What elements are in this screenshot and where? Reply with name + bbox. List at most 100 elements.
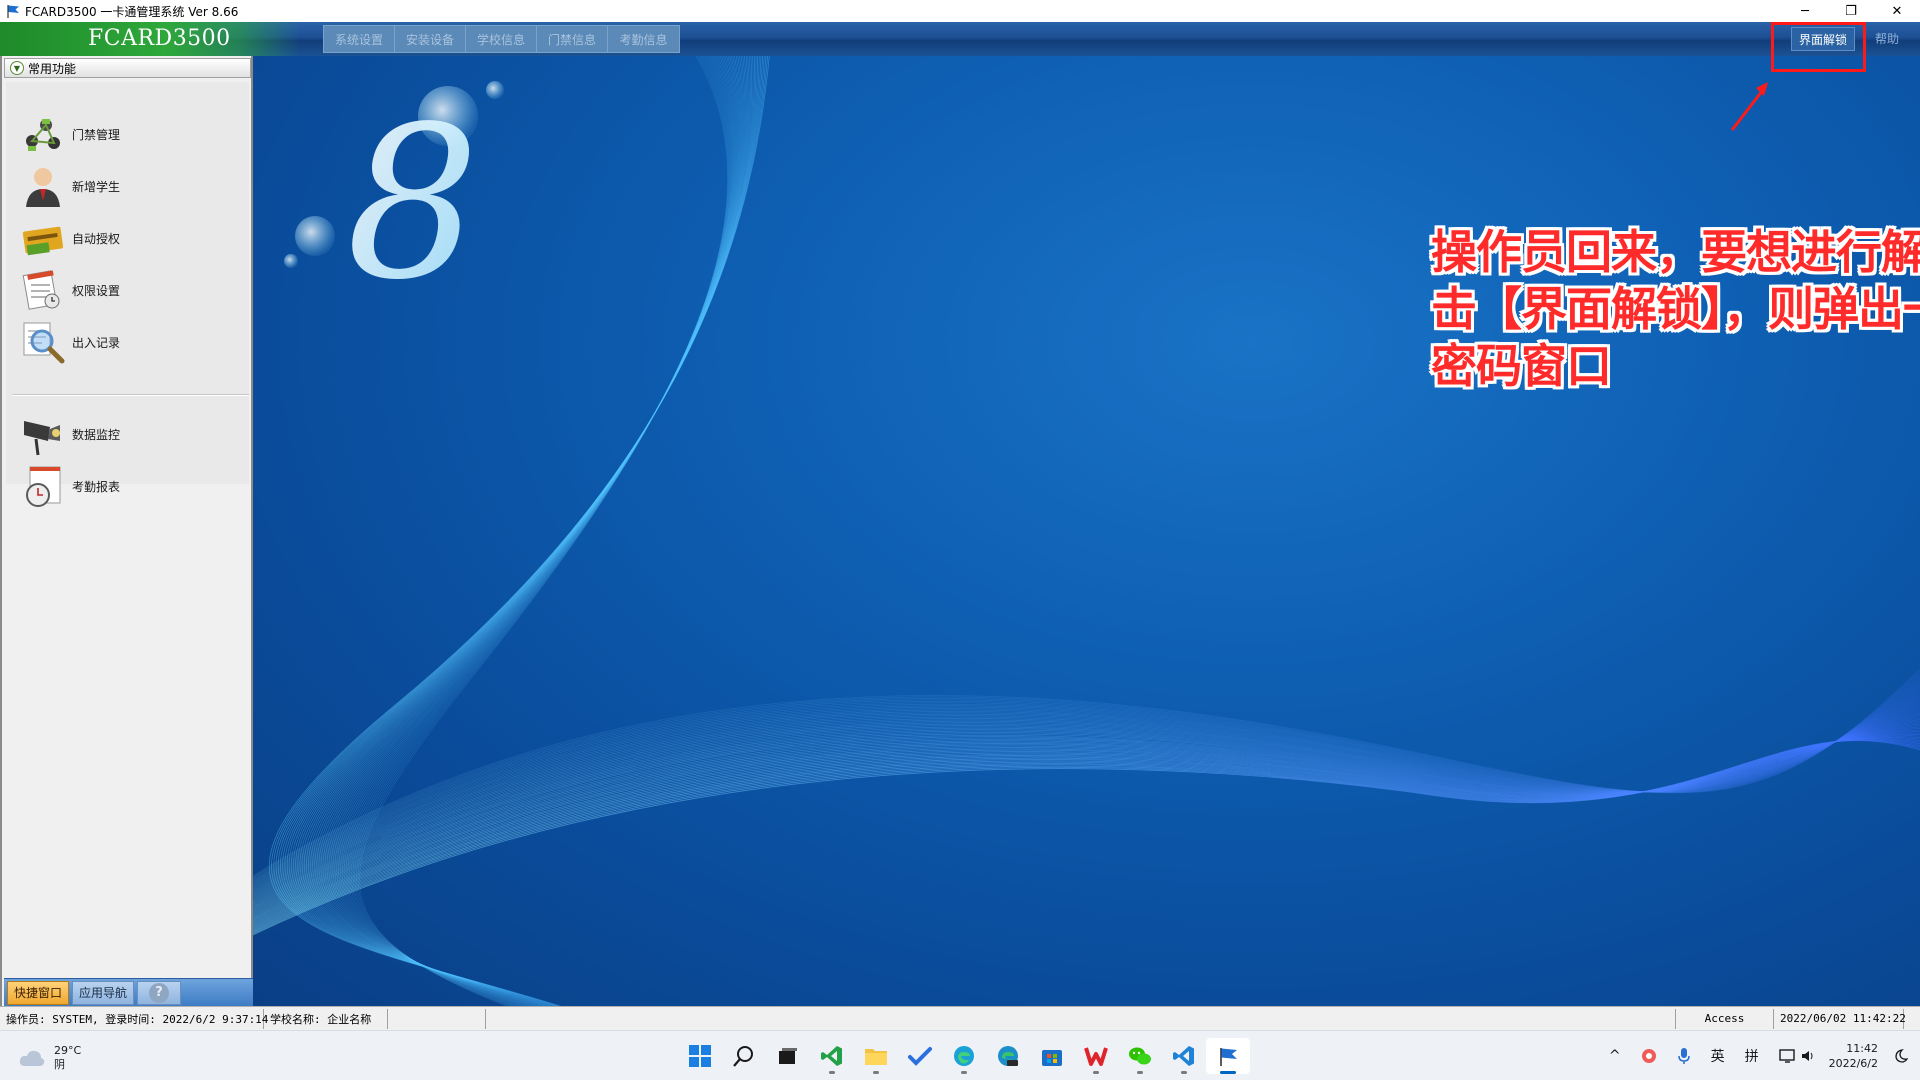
sidebar-item-label: 门禁管理 <box>72 127 121 142</box>
start-button[interactable] <box>678 1038 722 1074</box>
cloud-icon <box>19 1050 45 1066</box>
taskbar-wechat[interactable] <box>1118 1038 1162 1074</box>
brand-banner: FCARD3500 <box>0 22 300 56</box>
sidebar-item-label: 新增学生 <box>72 179 121 194</box>
sidebar-divider <box>12 394 249 396</box>
close-button[interactable]: ✕ <box>1874 0 1920 22</box>
taskbar-vs-code[interactable] <box>1162 1038 1206 1074</box>
clock[interactable]: 11:42 2022/6/2 <box>1829 1041 1878 1071</box>
taskbar-vs-code-insiders[interactable] <box>810 1038 854 1074</box>
checkmark-icon <box>908 1047 932 1066</box>
microphone-icon[interactable] <box>1677 1047 1691 1065</box>
camera-icon <box>24 421 60 456</box>
sidebar-item-access-control[interactable]: 门禁管理 <box>20 110 240 158</box>
status-operator: 操作员: SYSTEM, 登录时间: 2022/6/2 9:37:14 <box>0 1008 268 1029</box>
record-icon[interactable] <box>1641 1048 1657 1064</box>
clock-date: 2022/6/2 <box>1828 1057 1878 1070</box>
sidebar-header[interactable]: ▼ 常用功能 <box>4 58 251 78</box>
app-flag-icon <box>7 5 19 18</box>
help-circle-icon: ? <box>149 982 170 1003</box>
minimize-button[interactable]: ─ <box>1782 0 1828 22</box>
sidebar-item-permission-settings[interactable]: 权限设置 <box>20 266 240 314</box>
logo-eight-icon: 8 <box>346 96 478 296</box>
network-icon <box>26 119 60 151</box>
wave-background <box>253 56 1920 1006</box>
status-blank <box>388 1008 486 1029</box>
menu-school-info[interactable]: 学校信息 <box>466 26 537 52</box>
sidebar-item-label: 考勤报表 <box>72 479 121 494</box>
weather-widget[interactable]: 29°C 阴 <box>18 1044 81 1072</box>
taskbar-wps[interactable] <box>1074 1038 1118 1074</box>
tab-app-navigation[interactable]: 应用导航 <box>72 980 135 1005</box>
sidebar-item-label: 自动授权 <box>72 231 121 246</box>
weather-temp: 29°C <box>54 1044 82 1057</box>
wechat-icon <box>1129 1047 1151 1065</box>
wps-icon <box>1084 1047 1108 1066</box>
taskbar-store[interactable] <box>1030 1038 1074 1074</box>
sidebar-item-data-monitor[interactable]: 数据监控 <box>20 410 240 458</box>
annotation-text: 操作员回来，要想进行解锁，点击【界面解锁】，则弹出一个验证密码窗口 <box>1431 225 1920 393</box>
tray-overflow-chevron-icon[interactable]: ^ <box>1609 1048 1621 1064</box>
menu-bar: FCARD3500 系统设置 安装设备 学校信息 门禁信息 考勤信息 界面解锁 … <box>0 22 1920 56</box>
vscode-green-icon <box>821 1046 842 1066</box>
windows-icon <box>689 1045 711 1067</box>
collapse-chevron-icon[interactable]: ▼ <box>10 61 24 75</box>
logo-glyph: 8 <box>346 96 478 296</box>
speaker-icon[interactable] <box>1801 1049 1815 1063</box>
main-canvas: 8 操作员回来，要想进行解锁，点击【界面解锁】，则弹出一个验证密码窗口 <box>253 56 1920 1006</box>
task-view-button[interactable] <box>766 1038 810 1074</box>
moon-icon[interactable] <box>1892 1048 1908 1064</box>
help-button[interactable]: 帮助 <box>1875 30 1899 47</box>
annotation-arrow-icon <box>1730 82 1768 131</box>
network-monitor-icon[interactable] <box>1778 1048 1797 1064</box>
restore-button[interactable]: ❐ <box>1828 0 1874 22</box>
search-icon <box>733 1046 753 1067</box>
task-view-icon <box>779 1048 797 1064</box>
menu-access-info[interactable]: 门禁信息 <box>537 26 608 52</box>
magnifier-icon <box>23 322 65 364</box>
window-controls: ─ ❐ ✕ <box>1782 0 1920 22</box>
taskbar-edge[interactable] <box>942 1038 986 1074</box>
document-clock-icon <box>22 270 60 310</box>
sidebar-item-access-records[interactable]: 出入记录 <box>20 318 240 366</box>
window-title: FCARD3500 一卡通管理系统 Ver 8.66 <box>25 4 239 19</box>
sidebar-item-auto-authorize[interactable]: 自动授权 <box>20 214 240 262</box>
folder-icon <box>865 1049 887 1065</box>
sidebar-tabs: 快捷窗口 应用导航 ? <box>4 978 253 1006</box>
tab-shortcut-window[interactable]: 快捷窗口 <box>7 980 70 1005</box>
menu-system-settings[interactable]: 系统设置 <box>324 26 395 52</box>
sidebar-item-attendance-report[interactable]: 考勤报表 <box>20 462 240 510</box>
taskbar-fcard3500[interactable] <box>1206 1038 1250 1074</box>
system-tray: ^ 英 拼 11:42 2022/6/2 <box>1599 1031 1920 1080</box>
clock-time: 11:42 <box>1846 1042 1878 1055</box>
status-empty <box>486 1008 1676 1029</box>
sidebar-item-label: 出入记录 <box>72 335 121 350</box>
menu-attendance-info[interactable]: 考勤信息 <box>608 26 679 52</box>
taskbar-edge-dev[interactable] <box>986 1038 1030 1074</box>
edge-dev-icon <box>998 1046 1018 1066</box>
user-icon <box>26 168 60 207</box>
taskbar-todo[interactable] <box>898 1038 942 1074</box>
weather-desc: 阴 <box>54 1058 65 1071</box>
taskbar: 29°C 阴 ^ 英 拼 11:42 2022/6/2 <box>0 1030 1920 1080</box>
tray-language[interactable]: 英 <box>1711 1046 1725 1066</box>
brand-name: FCARD3500 <box>88 26 231 51</box>
highlight-box <box>1771 22 1866 72</box>
sidebar-item-label: 数据监控 <box>72 427 121 442</box>
search-button[interactable] <box>722 1038 766 1074</box>
vscode-icon <box>1173 1046 1194 1066</box>
store-icon <box>1042 1050 1062 1066</box>
menu-install-device[interactable]: 安装设备 <box>395 26 466 52</box>
card-icon <box>22 226 64 256</box>
taskbar-apps <box>678 1038 1250 1074</box>
sidebar-header-label: 常用功能 <box>28 61 77 76</box>
status-school: 学校名称: 企业名称 <box>264 1008 388 1029</box>
clock-report-icon <box>26 466 61 507</box>
tray-ime[interactable]: 拼 <box>1745 1046 1759 1066</box>
tab-help[interactable]: ? <box>137 980 182 1005</box>
sidebar-item-label: 权限设置 <box>72 283 121 298</box>
sidebar-item-add-student[interactable]: 新增学生 <box>20 162 240 210</box>
taskbar-file-explorer[interactable] <box>854 1038 898 1074</box>
sidebar: ▼ 常用功能 门禁管理 新增学生 自动授权 权限设置 出入记录 数据监控 考勤报… <box>0 56 253 1006</box>
sidebar-panel: 门禁管理 新增学生 自动授权 权限设置 出入记录 数据监控 考勤报表 <box>6 82 249 507</box>
